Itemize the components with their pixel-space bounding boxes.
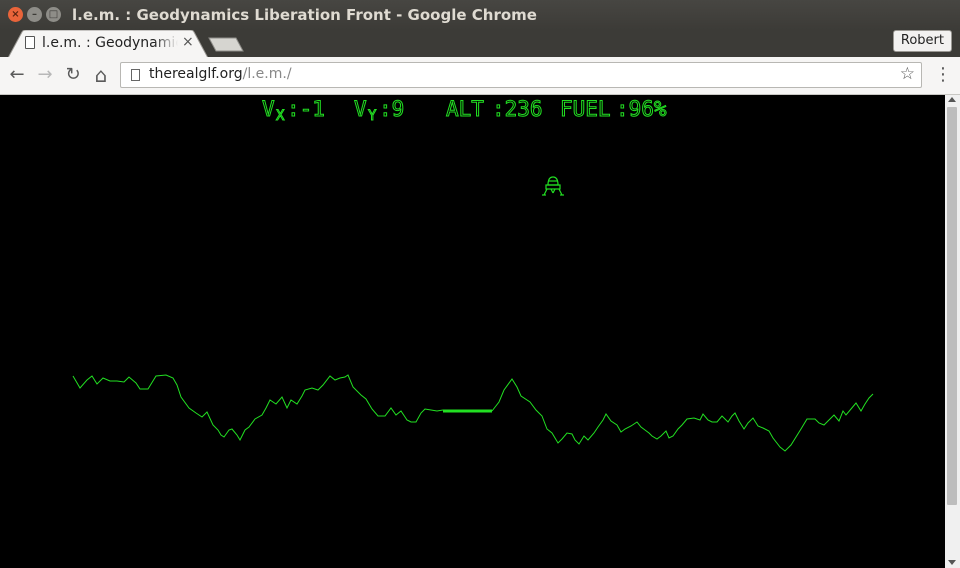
scroll-down-arrow-icon[interactable] bbox=[948, 560, 956, 565]
window-maximize-button[interactable]: □ bbox=[46, 7, 61, 22]
vy-value: :9 bbox=[379, 97, 404, 121]
lunar-terrain-right bbox=[491, 378, 874, 452]
reload-icon[interactable]: ↻ bbox=[63, 65, 83, 85]
forward-arrow-icon[interactable]: → bbox=[35, 65, 55, 85]
scroll-up-arrow-icon[interactable] bbox=[948, 97, 956, 102]
altitude-value: :236 bbox=[492, 97, 543, 121]
page-icon bbox=[131, 69, 140, 81]
lunar-module-icon bbox=[542, 176, 564, 196]
profile-button[interactable]: Robert bbox=[892, 30, 952, 52]
vy-subscript: Y bbox=[368, 108, 377, 124]
tab-active[interactable]: l.e.m. : Geodynamics Liberation Front × bbox=[8, 30, 208, 58]
back-arrow-icon[interactable]: ← bbox=[7, 65, 27, 85]
window-close-button[interactable]: × bbox=[8, 7, 23, 22]
vertical-scrollbar[interactable] bbox=[945, 95, 960, 568]
menu-icon[interactable]: ⋮ bbox=[934, 65, 952, 85]
page-icon bbox=[25, 36, 35, 49]
tab-title: l.e.m. : Geodynamics Liberation Front bbox=[42, 35, 178, 51]
lunar-terrain bbox=[72, 374, 444, 442]
game-scene: V X :-1 V Y :9 ALT :236 FUEL :96% bbox=[72, 97, 874, 452]
fuel-label: FUEL bbox=[560, 97, 611, 121]
window-titlebar: × – □ l.e.m. : Geodynamics Liberation Fr… bbox=[0, 0, 960, 30]
browser-toolbar: ← → ↻ ⌂ therealglf.org/l.e.m./ ☆ ⋮ bbox=[0, 57, 960, 95]
url-path: /l.e.m./ bbox=[242, 66, 292, 82]
url-host: therealglf.org bbox=[149, 66, 243, 82]
vx-label: V bbox=[262, 97, 275, 121]
fuel-value: :96% bbox=[616, 97, 667, 121]
url-text[interactable]: therealglf.org/l.e.m./ bbox=[149, 66, 292, 82]
address-bar[interactable]: therealglf.org/l.e.m./ ☆ bbox=[120, 62, 922, 88]
vx-value: :-1 bbox=[287, 97, 325, 121]
vx-subscript: X bbox=[276, 108, 285, 124]
bookmark-star-icon[interactable]: ☆ bbox=[900, 64, 915, 84]
tab-strip: l.e.m. : Geodynamics Liberation Front × … bbox=[0, 30, 960, 58]
altitude-label: ALT bbox=[446, 97, 484, 121]
vy-label: V bbox=[354, 97, 367, 121]
home-icon[interactable]: ⌂ bbox=[91, 65, 111, 85]
window-minimize-button[interactable]: – bbox=[27, 7, 42, 22]
tab-close-icon[interactable]: × bbox=[182, 34, 194, 50]
game-canvas[interactable]: V X :-1 V Y :9 ALT :236 FUEL :96% bbox=[0, 95, 945, 568]
window-title: l.e.m. : Geodynamics Liberation Front - … bbox=[72, 6, 537, 24]
scrollbar-thumb[interactable] bbox=[947, 107, 957, 505]
new-tab-button[interactable] bbox=[208, 36, 244, 52]
